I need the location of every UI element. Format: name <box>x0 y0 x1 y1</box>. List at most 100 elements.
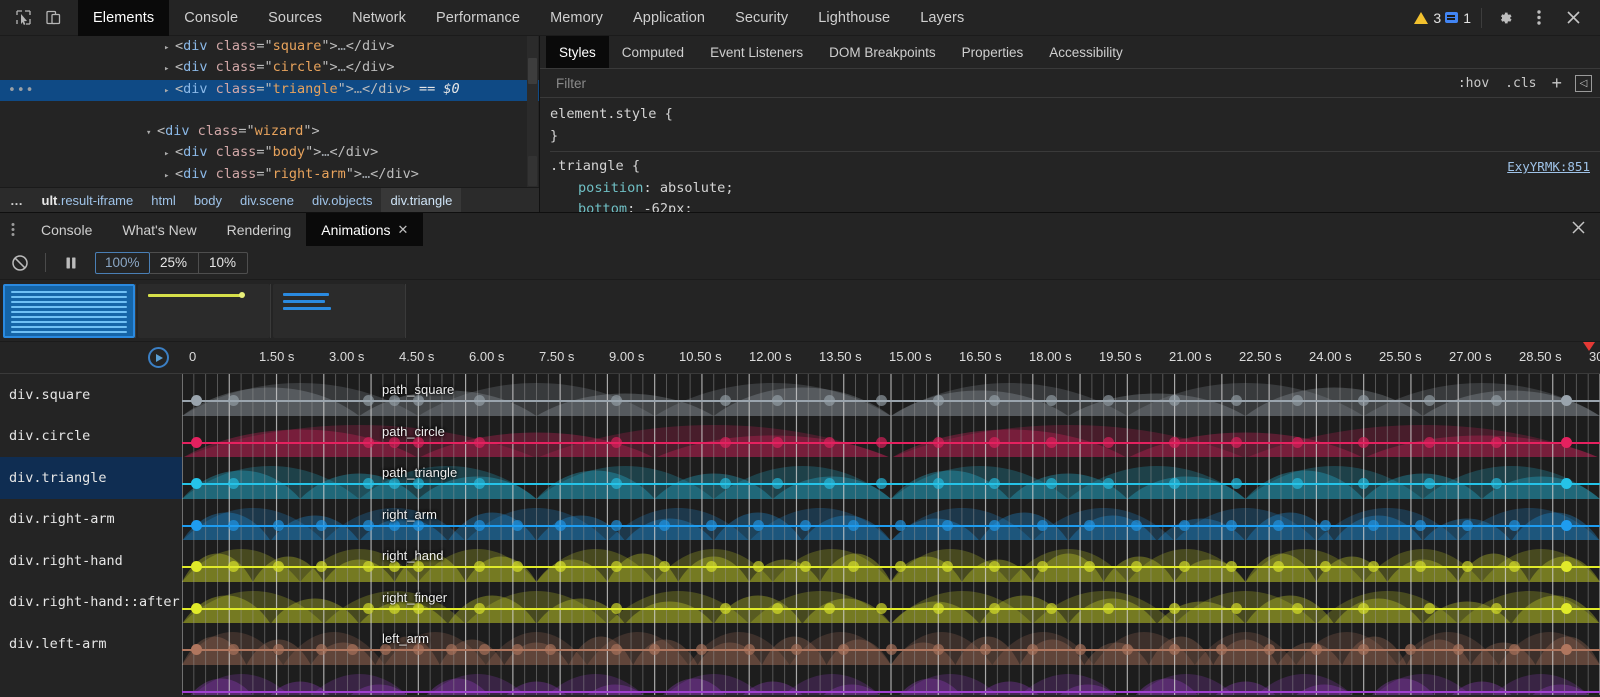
keyframe-marker[interactable] <box>1084 561 1095 572</box>
keyframe-marker[interactable] <box>191 520 202 531</box>
keyframe-marker[interactable] <box>1320 520 1331 531</box>
keyframe-marker[interactable] <box>980 644 991 655</box>
tab-styles[interactable]: Styles <box>546 36 609 68</box>
timeline-ruler[interactable]: 01.50 s3.00 s4.50 s6.00 s7.50 s9.00 s10.… <box>0 342 1600 374</box>
tab-layers[interactable]: Layers <box>905 0 979 36</box>
dom-node-row[interactable] <box>0 101 539 122</box>
keyframe-marker[interactable] <box>555 561 566 572</box>
keyframe-marker[interactable] <box>316 520 327 531</box>
keyframe-marker[interactable] <box>191 437 202 448</box>
breadcrumb-item-div-objects[interactable]: div.objects <box>303 188 381 213</box>
keyframe-marker[interactable] <box>474 437 485 448</box>
keyframe-marker[interactable] <box>363 603 374 614</box>
speed-25[interactable]: 25% <box>150 252 199 274</box>
breadcrumb-item-overflow[interactable]: … <box>0 188 33 213</box>
dom-tree-scroll-thumb-secondary[interactable] <box>528 156 537 186</box>
tab-lighthouse[interactable]: Lighthouse <box>803 0 905 36</box>
settings-gear-icon[interactable] <box>1488 1 1522 35</box>
keyframe-marker[interactable] <box>933 603 944 614</box>
keyframe-marker[interactable] <box>1292 395 1303 406</box>
keyframe-marker[interactable] <box>512 561 523 572</box>
drawer-tab-rendering[interactable]: Rendering <box>212 213 307 247</box>
keyframe-marker[interactable] <box>895 561 906 572</box>
keyframe-marker[interactable] <box>659 561 670 572</box>
keyframe-marker[interactable] <box>706 520 717 531</box>
css-declaration-position[interactable]: position: absolute; <box>550 178 1600 200</box>
keyframe-marker[interactable] <box>1415 561 1426 572</box>
keyframe-marker[interactable] <box>1231 395 1242 406</box>
keyframe-marker[interactable] <box>1084 520 1095 531</box>
keyframe-marker[interactable] <box>1561 437 1572 448</box>
pause-icon[interactable] <box>51 246 91 280</box>
keyframe-marker[interactable] <box>1226 520 1237 531</box>
animation-row[interactable]: div.trianglepath_triangle <box>0 457 1600 499</box>
keyframe-marker[interactable] <box>848 520 859 531</box>
new-style-rule-button[interactable]: + <box>1544 74 1569 92</box>
keyframe-marker[interactable] <box>1231 603 1242 614</box>
tab-properties[interactable]: Properties <box>949 36 1037 68</box>
keyframe-marker[interactable] <box>824 395 835 406</box>
keyframe-marker[interactable] <box>1103 478 1114 489</box>
keyframe-marker[interactable] <box>191 478 202 489</box>
animation-row[interactable]: div.right-armright_arm <box>0 499 1600 541</box>
keyframe-marker[interactable] <box>772 603 783 614</box>
keyframe-marker[interactable] <box>1103 437 1114 448</box>
keyframe-marker[interactable] <box>1368 561 1379 572</box>
keyframe-marker[interactable] <box>1169 437 1180 448</box>
keyframe-marker[interactable] <box>744 644 755 655</box>
dom-node-expand-arrow[interactable]: ▸ <box>164 59 173 80</box>
dom-node-row[interactable]: ▸<div class="body">…</div> <box>0 143 539 164</box>
keyframe-marker[interactable] <box>1075 644 1086 655</box>
css-declaration-bottom[interactable]: bottom: -62px; <box>550 199 1600 212</box>
keyframe-marker[interactable] <box>512 520 523 531</box>
keyframe-marker[interactable] <box>876 478 887 489</box>
keyframe-marker[interactable] <box>1358 437 1369 448</box>
keyframe-marker[interactable] <box>1292 437 1303 448</box>
dom-node-expand-arrow[interactable]: ▸ <box>164 81 173 102</box>
dom-node-row[interactable]: ▾<div class="wizard"> <box>0 122 539 143</box>
tab-accessibility[interactable]: Accessibility <box>1036 36 1136 68</box>
keyframe-marker[interactable] <box>1273 561 1284 572</box>
keyframe-marker[interactable] <box>1037 561 1048 572</box>
tab-memory[interactable]: Memory <box>535 0 618 36</box>
keyframe-marker[interactable] <box>1491 437 1502 448</box>
keyframe-marker[interactable] <box>611 603 622 614</box>
animation-row[interactable] <box>0 665 1600 696</box>
tab-performance[interactable]: Performance <box>421 0 535 36</box>
keyframe-marker[interactable] <box>791 644 802 655</box>
tab-dom-breakpoints[interactable]: DOM Breakpoints <box>816 36 949 68</box>
speed-10[interactable]: 10% <box>199 252 248 274</box>
keyframe-marker[interactable] <box>512 644 523 655</box>
hov-toggle[interactable]: :hov <box>1450 76 1497 91</box>
css-rule-element-style[interactable]: element.style { } <box>550 104 1600 147</box>
device-toolbar-icon[interactable] <box>38 4 68 32</box>
animation-row[interactable]: div.squarepath_square <box>0 374 1600 416</box>
keyframe-marker[interactable] <box>720 603 731 614</box>
keyframe-marker[interactable] <box>942 520 953 531</box>
breadcrumb-item-ult-result-iframe[interactable]: ult.result-iframe <box>33 188 143 213</box>
animation-track[interactable]: right_hand <box>182 540 1600 582</box>
keyframe-marker[interactable] <box>611 520 622 531</box>
animation-row[interactable]: div.right-handright_hand <box>0 540 1600 582</box>
keyframe-marker[interactable] <box>989 437 1000 448</box>
drawer-tab-animations[interactable]: Animations ✕ <box>306 213 423 247</box>
replay-animation-icon[interactable] <box>148 347 169 368</box>
keyframe-marker[interactable] <box>876 603 887 614</box>
breadcrumb[interactable]: …ult.result-iframehtmlbodydiv.scenediv.o… <box>0 187 540 212</box>
keyframe-marker[interactable] <box>876 437 887 448</box>
css-source-link[interactable]: ExyYRMK:851 <box>1507 156 1600 178</box>
dom-node-row[interactable]: ▸<div class="circle">…</div> <box>0 58 539 79</box>
keyframe-marker[interactable] <box>1453 644 1464 655</box>
cls-toggle[interactable]: .cls <box>1497 76 1544 91</box>
inspect-element-icon[interactable] <box>8 4 38 32</box>
tab-sources[interactable]: Sources <box>253 0 337 36</box>
keyframe-marker[interactable] <box>347 644 358 655</box>
keyframe-marker[interactable] <box>895 520 906 531</box>
animation-track[interactable] <box>182 665 1600 696</box>
drawer-more-icon[interactable] <box>0 213 26 247</box>
toggle-sidebar-icon[interactable]: ◁ <box>1575 75 1592 92</box>
speed-100[interactable]: 100% <box>95 252 150 274</box>
animation-track[interactable]: right_finger <box>182 582 1600 624</box>
animation-track[interactable]: path_square <box>182 374 1600 416</box>
keyframe-marker[interactable] <box>886 644 897 655</box>
